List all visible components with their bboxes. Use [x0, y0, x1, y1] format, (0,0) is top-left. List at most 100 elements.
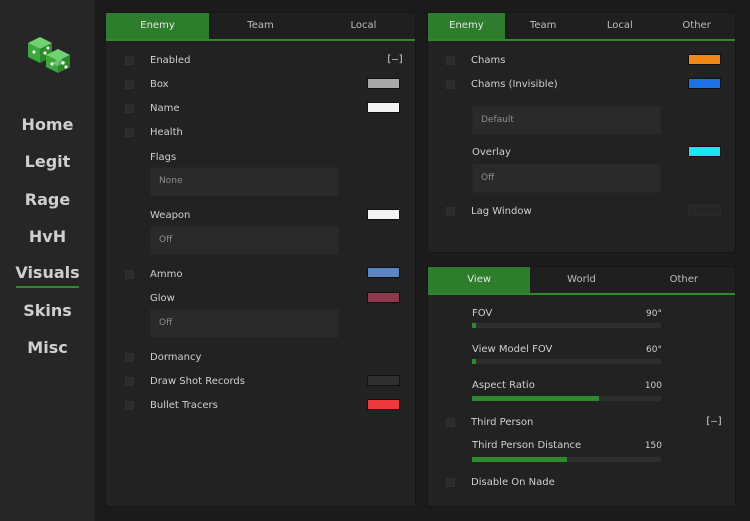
box-color-swatch[interactable] — [367, 78, 400, 89]
lag-window-row: Lag Window — [446, 204, 532, 218]
tab-view[interactable]: View — [428, 267, 531, 293]
bullet-tracers-color-swatch[interactable] — [367, 399, 400, 410]
draw-shot-records-row: Draw Shot Records — [125, 374, 245, 388]
disable-on-nade-checkbox[interactable] — [446, 477, 455, 487]
chams-invisible-color-swatch[interactable] — [688, 78, 721, 89]
view-tabs: View World Other — [428, 267, 735, 295]
view-panel: View World Other FOV 90° View Model FOV … — [427, 266, 736, 507]
chams-checkbox[interactable] — [446, 55, 455, 65]
health-label: Health — [150, 126, 183, 138]
bullet-tracers-label: Bullet Tracers — [150, 399, 218, 411]
fov-label: FOV — [472, 308, 493, 319]
third-person-distance-slider[interactable] — [472, 457, 661, 462]
view-model-fov-value: 60° — [646, 345, 662, 355]
name-row: Name — [125, 101, 180, 115]
tab-world[interactable]: World — [530, 267, 632, 293]
aspect-ratio-label: Aspect Ratio — [472, 380, 535, 391]
aspect-ratio-slider-fill — [472, 396, 599, 401]
dice-logo-icon — [28, 37, 70, 73]
tab-chams-team[interactable]: Team — [505, 13, 582, 39]
ammo-color-swatch[interactable] — [367, 267, 400, 278]
tab-esp-team[interactable]: Team — [209, 13, 312, 39]
chams-tabs: Enemy Team Local Other — [428, 13, 735, 41]
health-checkbox[interactable] — [125, 127, 134, 137]
aspect-ratio-value: 100 — [644, 381, 662, 391]
flags-select[interactable]: None — [150, 167, 339, 196]
lag-window-color-swatch[interactable] — [688, 205, 721, 216]
name-checkbox[interactable] — [125, 103, 134, 113]
bullet-tracers-checkbox[interactable] — [125, 400, 134, 410]
third-person-row: Third Person — [446, 415, 533, 429]
glow-select[interactable]: Off — [150, 309, 339, 338]
chams-material-select[interactable]: Default — [472, 106, 661, 135]
dormancy-row: Dormancy — [125, 350, 201, 364]
name-color-swatch[interactable] — [367, 102, 400, 113]
draw-shot-records-label: Draw Shot Records — [150, 375, 245, 387]
aspect-ratio-slider[interactable] — [472, 396, 661, 401]
third-person-keybind[interactable]: [–] — [705, 416, 723, 427]
third-person-distance-label: Third Person Distance — [472, 440, 582, 451]
tab-chams-local[interactable]: Local — [582, 13, 659, 39]
view-model-fov-slider[interactable] — [472, 359, 661, 364]
overlay-label: Overlay — [472, 147, 511, 158]
bullet-tracers-row: Bullet Tracers — [125, 398, 218, 412]
third-person-distance-value: 150 — [644, 441, 662, 451]
lag-window-label: Lag Window — [471, 205, 532, 217]
third-person-distance-slider-fill — [472, 457, 567, 462]
enabled-keybind[interactable]: [–] — [386, 54, 404, 65]
nav-item-legit[interactable]: Legit — [0, 152, 95, 171]
sidebar: Home Legit Rage HvH Visuals Skins Misc — [0, 0, 95, 521]
enabled-label: Enabled — [150, 54, 191, 66]
enabled-row: Enabled — [125, 53, 190, 67]
box-checkbox[interactable] — [125, 79, 134, 89]
dormancy-label: Dormancy — [150, 351, 202, 363]
dormancy-checkbox[interactable] — [125, 352, 134, 362]
chams-invisible-label: Chams (Invisible) — [471, 78, 558, 90]
overlay-select[interactable]: Off — [472, 164, 661, 193]
ammo-checkbox[interactable] — [125, 269, 134, 279]
chams-color-swatch[interactable] — [688, 54, 721, 65]
box-row: Box — [125, 77, 169, 91]
tab-esp-local[interactable]: Local — [312, 13, 415, 39]
name-label: Name — [150, 102, 180, 114]
fov-value: 90° — [646, 309, 662, 319]
chams-panel: Enemy Team Local Other Chams Chams (Invi… — [427, 12, 736, 253]
view-model-fov-slider-fill — [472, 359, 476, 364]
weapon-label: Weapon — [150, 210, 191, 221]
chams-invisible-checkbox[interactable] — [446, 79, 455, 89]
tab-chams-other[interactable]: Other — [658, 13, 735, 39]
box-label: Box — [150, 78, 169, 90]
weapon-color-swatch[interactable] — [367, 209, 400, 220]
nav-item-visuals[interactable]: Visuals — [0, 263, 95, 288]
weapon-select[interactable]: Off — [150, 226, 339, 255]
nav-item-hvh[interactable]: HvH — [0, 227, 95, 246]
draw-shot-records-color-swatch[interactable] — [367, 375, 400, 386]
enabled-checkbox[interactable] — [125, 55, 134, 65]
disable-on-nade-row: Disable On Nade — [446, 475, 555, 489]
tab-chams-enemy[interactable]: Enemy — [428, 13, 505, 39]
nav-item-home[interactable]: Home — [0, 115, 95, 134]
glow-color-swatch[interactable] — [367, 292, 400, 303]
draw-shot-records-checkbox[interactable] — [125, 376, 134, 386]
chams-row: Chams — [446, 53, 505, 67]
nav-item-misc[interactable]: Misc — [0, 338, 95, 357]
tab-esp-enemy[interactable]: Enemy — [106, 13, 209, 39]
nav-item-rage[interactable]: Rage — [0, 190, 95, 209]
lag-window-checkbox[interactable] — [446, 206, 455, 216]
ammo-label: Ammo — [150, 268, 183, 280]
nav-item-skins[interactable]: Skins — [0, 301, 95, 320]
flags-label: Flags — [150, 152, 177, 163]
glow-label: Glow — [150, 293, 175, 304]
esp-panel: Enemy Team Local Enabled [–] Box Name He… — [105, 12, 416, 507]
chams-label: Chams — [471, 54, 506, 66]
tab-view-other[interactable]: Other — [633, 267, 735, 293]
overlay-color-swatch[interactable] — [688, 146, 721, 157]
fov-slider[interactable] — [472, 323, 661, 328]
view-model-fov-label: View Model FOV — [472, 344, 553, 355]
third-person-checkbox[interactable] — [446, 417, 455, 427]
ammo-row: Ammo — [125, 267, 182, 281]
disable-on-nade-label: Disable On Nade — [471, 476, 555, 488]
third-person-label: Third Person — [471, 416, 534, 428]
chams-invisible-row: Chams (Invisible) — [446, 77, 558, 91]
esp-tabs: Enemy Team Local — [106, 13, 415, 41]
